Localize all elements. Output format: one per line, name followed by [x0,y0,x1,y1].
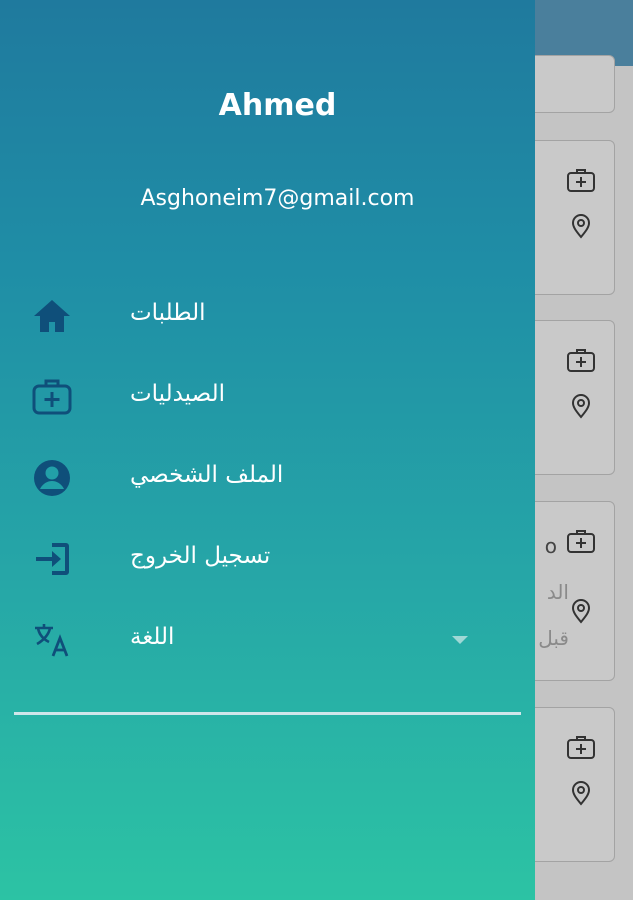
medical-kit-icon [30,377,74,417]
location-pin-icon [566,393,596,419]
translate-icon [30,620,74,660]
menu-item-label: الصيدليات [130,381,225,407]
medical-kit-icon [566,528,596,554]
menu-item-pharmacies[interactable]: الصيدليات [0,365,535,429]
account-circle-icon [30,458,74,498]
medical-kit-icon [566,167,596,193]
divider [14,712,521,715]
location-pin-icon [566,213,596,239]
user-email: Asghoneim7@gmail.com [140,186,415,211]
navigation-drawer: Ahmed Asghoneim7@gmail.com الطلبات الصيد… [0,0,535,900]
location-pin-icon [566,780,596,806]
menu-item-label: تسجيل الخروج [130,543,271,569]
medical-kit-icon [566,734,596,760]
dropdown-arrow-icon[interactable] [452,636,468,644]
card-text: o [544,534,557,558]
menu-item-language[interactable]: اللغة [0,608,535,672]
menu-item-label: الملف الشخصي [130,462,284,488]
logout-icon [30,539,74,579]
menu-item-profile[interactable]: الملف الشخصي [0,446,535,510]
location-pin-icon [566,598,596,624]
home-icon [30,296,74,336]
medical-kit-icon [566,347,596,373]
menu-item-label: الطلبات [130,300,206,326]
user-name: Ahmed [218,88,337,123]
menu-item-orders[interactable]: الطلبات [0,284,535,348]
menu-item-label: اللغة [130,624,175,650]
menu-item-logout[interactable]: تسجيل الخروج [0,527,535,591]
